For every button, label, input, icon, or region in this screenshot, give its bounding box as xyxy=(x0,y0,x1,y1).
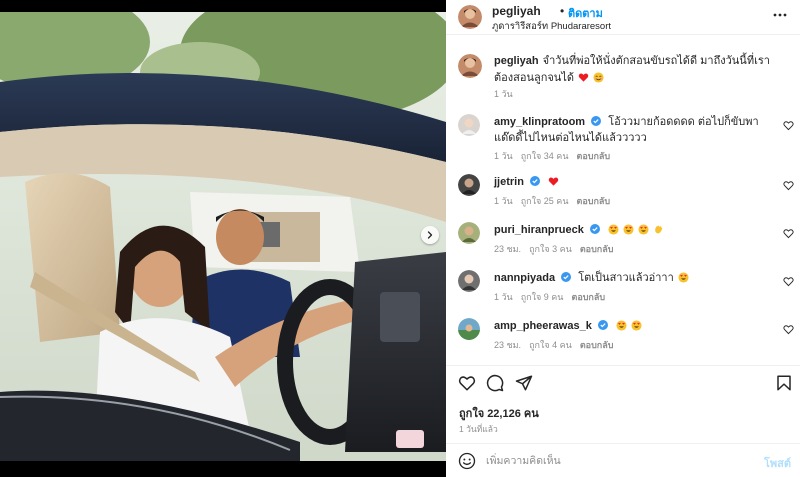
post-side-panel: pegliyah • ติดตาม ภูดาราิรีสอร์ท Phudara… xyxy=(446,0,800,477)
paper-plane-icon[interactable] xyxy=(515,374,533,392)
car-photo-illustration xyxy=(0,12,446,461)
avatar-image xyxy=(458,270,480,292)
avatar-image xyxy=(458,5,482,29)
comment-body: amy_klinpratoom โอ้ววมายก้อดดดด ต่อไปก็ข… xyxy=(494,114,766,146)
avatar-image xyxy=(458,222,480,244)
add-comment-bar: โพสต์ xyxy=(446,443,800,477)
comment-username[interactable]: jjetrin xyxy=(494,176,524,188)
heart-outline-icon[interactable] xyxy=(783,276,794,287)
author-username[interactable]: pegliyah xyxy=(492,4,541,18)
post-photo[interactable] xyxy=(0,12,446,461)
comment-time[interactable]: 1 วัน xyxy=(494,196,513,206)
carousel-next-button[interactable] xyxy=(421,226,439,244)
verified-badge-icon xyxy=(591,116,602,126)
comment-bubble-icon[interactable] xyxy=(486,374,504,392)
reply-button[interactable]: ตอบกลับ xyxy=(580,340,614,350)
comment-item: amp_pheerawas_k 23 ชม. ถูกใจ 4 คน ตอบกลับ xyxy=(446,318,800,364)
comment-item: amy_klinpratoom โอ้ววมายก้อดดดด ต่อไปก็ข… xyxy=(446,114,800,163)
posted-time[interactable]: 1 วันที่แล้ว xyxy=(459,422,498,436)
avatar-image xyxy=(458,54,482,78)
heart-eyes-emoji-icon xyxy=(631,320,642,331)
red-heart-emoji-icon xyxy=(578,73,589,82)
comment-avatar[interactable] xyxy=(458,222,480,244)
caption-avatar[interactable] xyxy=(458,54,482,78)
comment-avatar[interactable] xyxy=(458,318,480,340)
comment-time[interactable]: 1 วัน xyxy=(494,151,513,161)
comment-meta: 23 ชม. ถูกใจ 4 คน ตอบกลับ xyxy=(494,338,621,352)
comment-meta: 1 วัน ถูกใจ 9 คน ตอบกลับ xyxy=(494,290,613,304)
smiley-icon[interactable] xyxy=(458,452,476,470)
caption-time: 1 วัน xyxy=(494,89,513,99)
post-header: pegliyah • ติดตาม ภูดาราิรีสอร์ท Phudara… xyxy=(446,0,800,35)
comment-username[interactable]: amy_klinpratoom xyxy=(494,116,585,128)
comment-time[interactable]: 23 ชม. xyxy=(494,340,521,350)
clapping-hands-emoji-icon xyxy=(655,225,663,234)
avatar-image xyxy=(458,114,480,136)
heart-eyes-emoji-icon xyxy=(678,272,689,283)
comment-time[interactable]: 1 วัน xyxy=(494,292,513,302)
reply-button[interactable]: ตอบกลับ xyxy=(576,151,610,161)
heart-outline-icon[interactable] xyxy=(783,228,794,239)
heart-eyes-emoji-icon xyxy=(608,224,619,235)
comment-avatar[interactable] xyxy=(458,114,480,136)
comment-text: โตเป็นสาวแล้วอ่าาา xyxy=(578,272,674,284)
avatar-image xyxy=(458,174,480,196)
author-avatar[interactable] xyxy=(458,5,482,29)
verified-badge-icon xyxy=(561,272,572,282)
comment-meta: 1 วัน ถูกใจ 34 คน ตอบกลับ xyxy=(494,149,618,163)
post-caption: pegliyah จำวันที่พ่อให้นั่งตักสอนขับรถได้… xyxy=(494,53,784,87)
comments-list[interactable]: pegliyah จำวันที่พ่อให้นั่งตักสอนขับรถได้… xyxy=(446,40,800,365)
separator-dot: • xyxy=(560,4,565,18)
smiling-face-emoji-icon xyxy=(593,72,604,83)
heart-eyes-emoji-icon xyxy=(623,224,634,235)
caption-username[interactable]: pegliyah xyxy=(494,55,539,67)
comment-likes[interactable]: ถูกใจ 4 คน xyxy=(529,340,572,350)
verified-badge-icon xyxy=(530,176,541,186)
reply-button[interactable]: ตอบกลับ xyxy=(576,196,610,206)
comment-time[interactable]: 23 ชม. xyxy=(494,244,521,254)
post-comment-button[interactable]: โพสต์ xyxy=(764,454,791,472)
red-heart-emoji-icon xyxy=(548,177,559,186)
comment-username[interactable]: amp_pheerawas_k xyxy=(494,320,592,332)
comment-likes[interactable]: ถูกใจ 9 คน xyxy=(521,292,564,302)
comment-likes[interactable]: ถูกใจ 25 คน xyxy=(521,196,569,206)
comment-username[interactable]: nannpiyada xyxy=(494,272,555,284)
post-photo-area xyxy=(0,0,446,477)
comment-meta: 23 ชม. ถูกใจ 3 คน ตอบกลับ xyxy=(494,242,621,256)
comment-input[interactable] xyxy=(486,453,746,469)
more-horizontal-icon[interactable] xyxy=(772,7,788,23)
comment-likes[interactable]: ถูกใจ 34 คน xyxy=(521,151,569,161)
heart-outline-icon[interactable] xyxy=(783,180,794,191)
heart-outline-icon[interactable] xyxy=(458,374,476,392)
heart-eyes-emoji-icon xyxy=(638,224,649,235)
post-actions: ถูกใจ 22,126 คน 1 วันที่แล้ว xyxy=(446,365,800,443)
heart-outline-icon[interactable] xyxy=(783,120,794,131)
comment-item: jjetrin 1 วัน ถูกใจ 25 คน ตอบกลับ xyxy=(446,174,800,220)
reply-button[interactable]: ตอบกลับ xyxy=(580,244,614,254)
avatar-image xyxy=(458,318,480,340)
comment-item: puri_hiranprueck 23 ชม. ถูกใจ 3 คน ตอบกลับ xyxy=(446,222,800,268)
comment-body: amp_pheerawas_k xyxy=(494,318,766,334)
comment-avatar[interactable] xyxy=(458,270,480,292)
comment-meta: 1 วัน ถูกใจ 25 คน ตอบกลับ xyxy=(494,194,618,208)
comment-body: puri_hiranprueck xyxy=(494,222,766,238)
comment-username[interactable]: puri_hiranprueck xyxy=(494,224,584,236)
comment-item: nannpiyada โตเป็นสาวแล้วอ่าาา 1 วัน ถูกใจ… xyxy=(446,270,800,316)
location-link[interactable]: ภูดาราิรีสอร์ท Phudararesort xyxy=(492,19,611,34)
comment-body: nannpiyada โตเป็นสาวแล้วอ่าาา xyxy=(494,270,766,286)
heart-eyes-emoji-icon xyxy=(616,320,627,331)
reply-button[interactable]: ตอบกลับ xyxy=(571,292,605,302)
verified-badge-icon xyxy=(589,224,600,234)
comment-likes[interactable]: ถูกใจ 3 คน xyxy=(529,244,572,254)
comment-body: jjetrin xyxy=(494,174,766,190)
likes-count[interactable]: ถูกใจ 22,126 คน xyxy=(459,404,539,422)
chevron-right-icon xyxy=(427,231,433,239)
heart-outline-icon[interactable] xyxy=(783,324,794,335)
comment-avatar[interactable] xyxy=(458,174,480,196)
verified-badge-icon xyxy=(597,320,608,330)
bookmark-icon[interactable] xyxy=(775,374,793,392)
